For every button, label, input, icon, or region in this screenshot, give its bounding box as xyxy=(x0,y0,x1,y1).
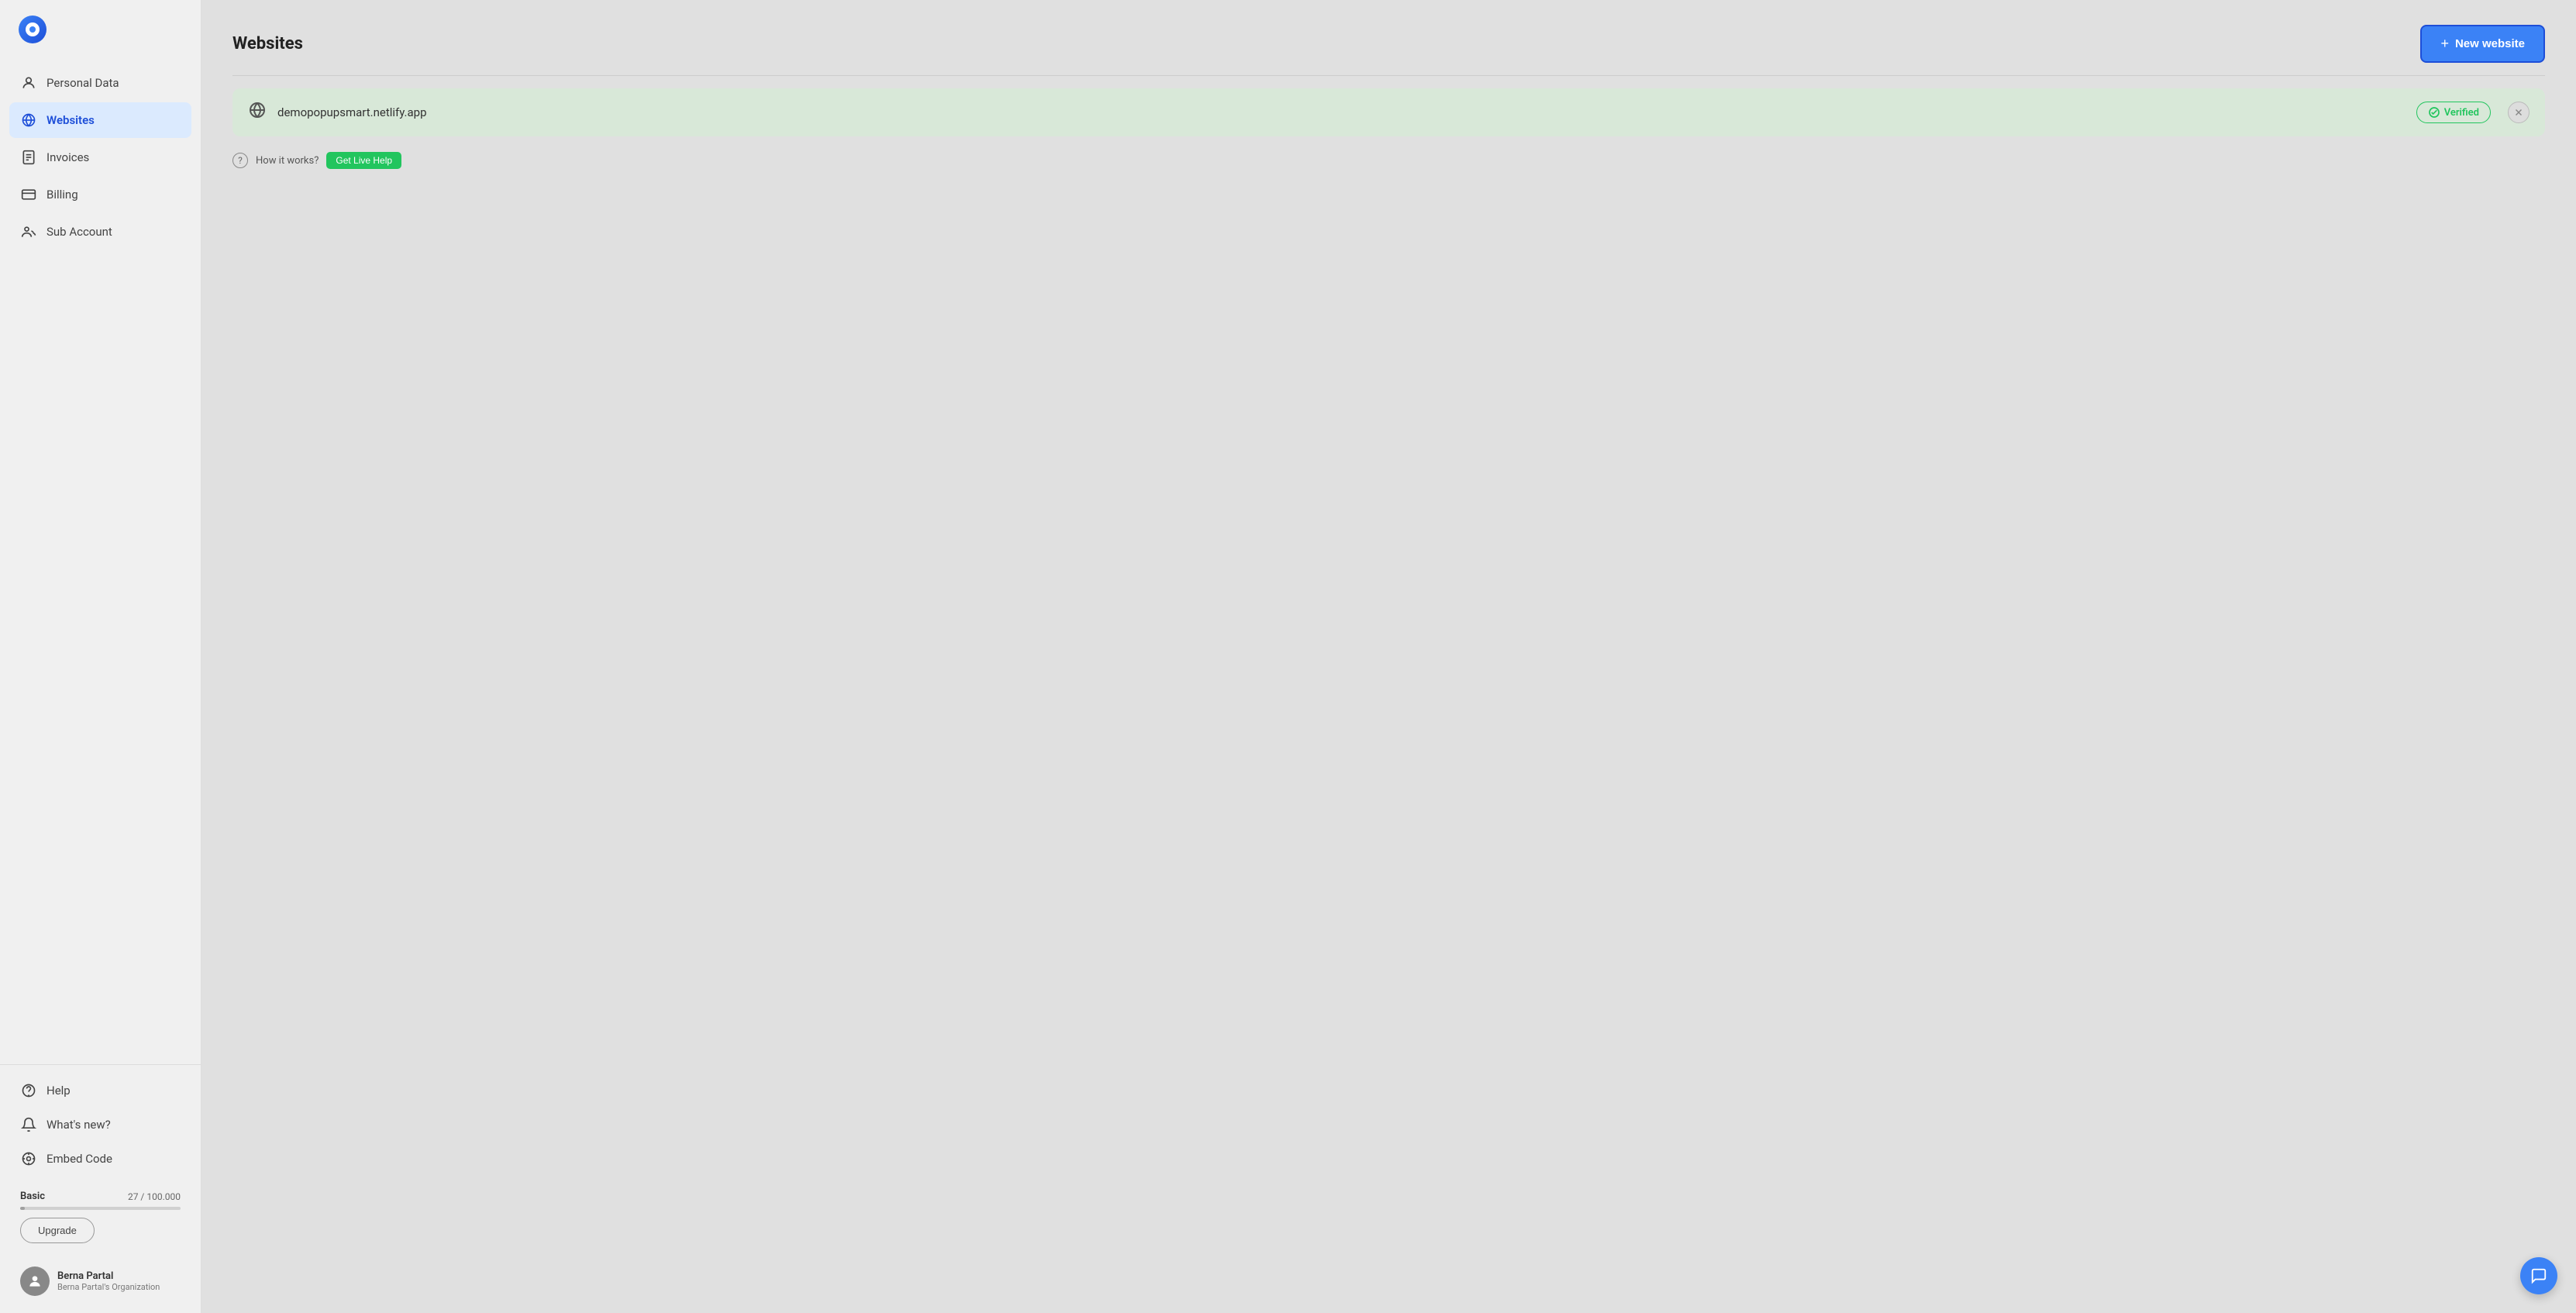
plus-icon: + xyxy=(2440,36,2449,52)
main-content: Websites + New website demopopupsmart.ne… xyxy=(201,0,2576,1313)
bell-icon xyxy=(20,1116,37,1133)
logo-icon xyxy=(19,16,46,43)
sidebar-item-embed-code-label: Embed Code xyxy=(46,1152,112,1166)
sidebar-item-personal-data[interactable]: Personal Data xyxy=(9,65,191,101)
sidebar-item-invoices[interactable]: Invoices xyxy=(9,140,191,175)
person-icon xyxy=(20,74,37,91)
plan-row: Basic 27 / 100.000 xyxy=(20,1191,181,1202)
how-it-works-text: How it works? xyxy=(256,155,319,167)
chat-widget-button[interactable] xyxy=(2520,1257,2557,1294)
sidebar-item-embed-code[interactable]: Embed Code xyxy=(9,1142,191,1175)
upgrade-button[interactable]: Upgrade xyxy=(20,1218,95,1243)
sidebar-item-sub-account[interactable]: Sub Account xyxy=(9,214,191,250)
sidebar-nav: Personal Data Websites xyxy=(0,59,201,1064)
sidebar-item-help-label: Help xyxy=(46,1084,71,1098)
new-website-button-label: New website xyxy=(2455,37,2525,50)
sidebar-item-billing-label: Billing xyxy=(46,188,78,202)
sub-account-icon xyxy=(20,223,37,240)
globe-icon xyxy=(20,112,37,129)
verified-label: Verified xyxy=(2444,107,2479,119)
verified-badge: Verified xyxy=(2416,102,2491,123)
sidebar-item-invoices-label: Invoices xyxy=(46,150,89,164)
sidebar-bottom: Help What's new? Embed Code xyxy=(0,1064,201,1313)
plan-name: Basic xyxy=(20,1191,45,1202)
user-info: Berna Partal Berna Partal's Organization xyxy=(57,1270,160,1292)
sidebar-item-help[interactable]: Help xyxy=(9,1074,191,1107)
help-icon xyxy=(20,1082,37,1099)
user-name: Berna Partal xyxy=(57,1270,160,1282)
sidebar-item-websites[interactable]: Websites xyxy=(9,102,191,138)
new-website-button[interactable]: + New website xyxy=(2420,25,2545,63)
website-row: demopopupsmart.netlify.app Verified xyxy=(232,88,2545,136)
plan-progress-bar xyxy=(20,1207,181,1210)
user-profile[interactable]: Berna Partal Berna Partal's Organization xyxy=(9,1259,191,1304)
how-it-works-section: ? How it works? Get Live Help xyxy=(232,152,2545,169)
invoice-icon xyxy=(20,149,37,166)
sidebar-item-personal-data-label: Personal Data xyxy=(46,76,119,90)
remove-website-button[interactable] xyxy=(2508,102,2530,123)
sidebar-item-sub-account-label: Sub Account xyxy=(46,225,112,239)
live-help-button[interactable]: Get Live Help xyxy=(326,152,401,169)
plan-count: 27 / 100.000 xyxy=(128,1191,181,1202)
billing-icon xyxy=(20,186,37,203)
plan-section: Basic 27 / 100.000 Upgrade xyxy=(9,1181,191,1253)
embed-icon xyxy=(20,1150,37,1167)
sidebar-item-billing[interactable]: Billing xyxy=(9,177,191,212)
website-url: demopopupsmart.netlify.app xyxy=(277,105,2406,119)
user-org: Berna Partal's Organization xyxy=(57,1282,160,1292)
question-icon: ? xyxy=(232,153,248,168)
sidebar-item-whats-new[interactable]: What's new? xyxy=(9,1108,191,1141)
sidebar: Personal Data Websites xyxy=(0,0,201,1313)
sidebar-item-whats-new-label: What's new? xyxy=(46,1118,111,1132)
page-title: Websites xyxy=(232,34,303,53)
logo[interactable] xyxy=(0,0,201,59)
main-header: Websites + New website xyxy=(232,25,2545,76)
avatar xyxy=(20,1266,50,1296)
sidebar-item-websites-label: Websites xyxy=(46,113,95,127)
website-globe-icon xyxy=(248,101,267,124)
plan-progress-fill xyxy=(20,1207,25,1210)
